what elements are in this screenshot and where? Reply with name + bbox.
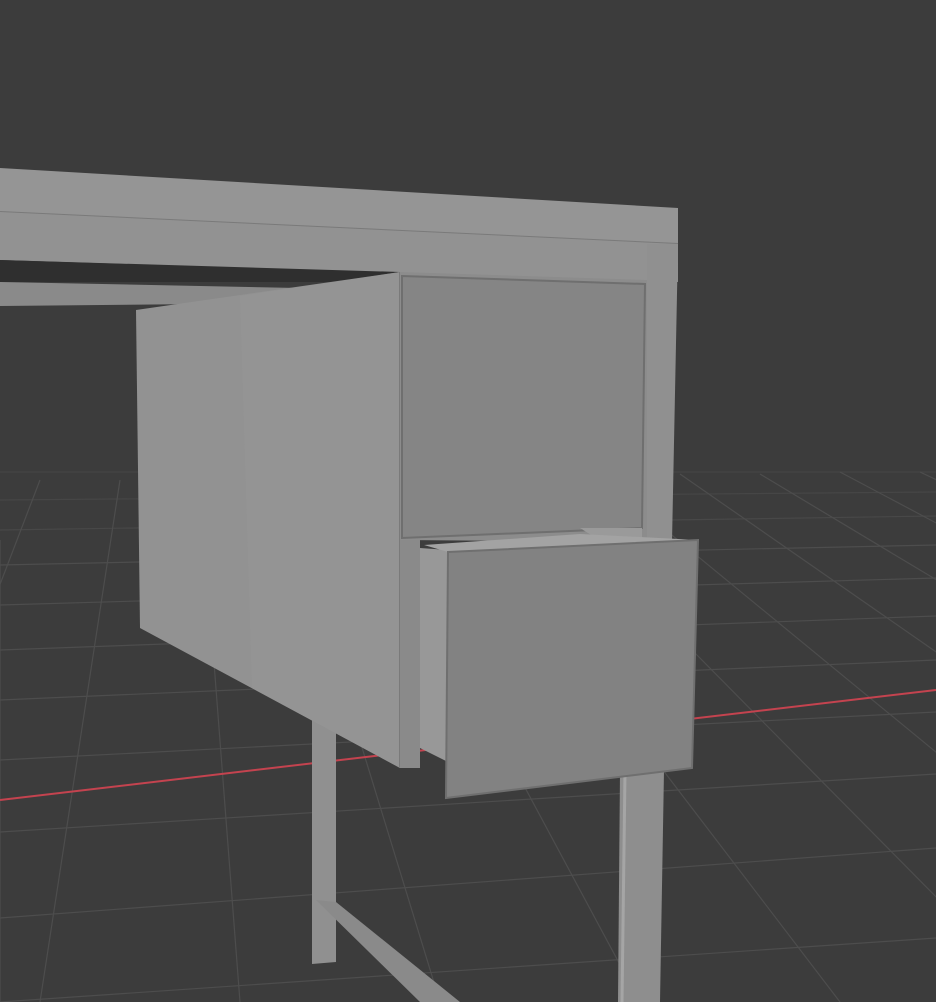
desk-leg-left[interactable] — [312, 720, 460, 1002]
drawer-bottom[interactable] — [420, 534, 700, 800]
viewport-canvas[interactable] — [0, 0, 936, 1002]
3d-viewport[interactable] — [0, 0, 936, 1002]
drawer-top[interactable] — [401, 274, 647, 540]
cabinet-side-panel[interactable] — [136, 272, 401, 768]
